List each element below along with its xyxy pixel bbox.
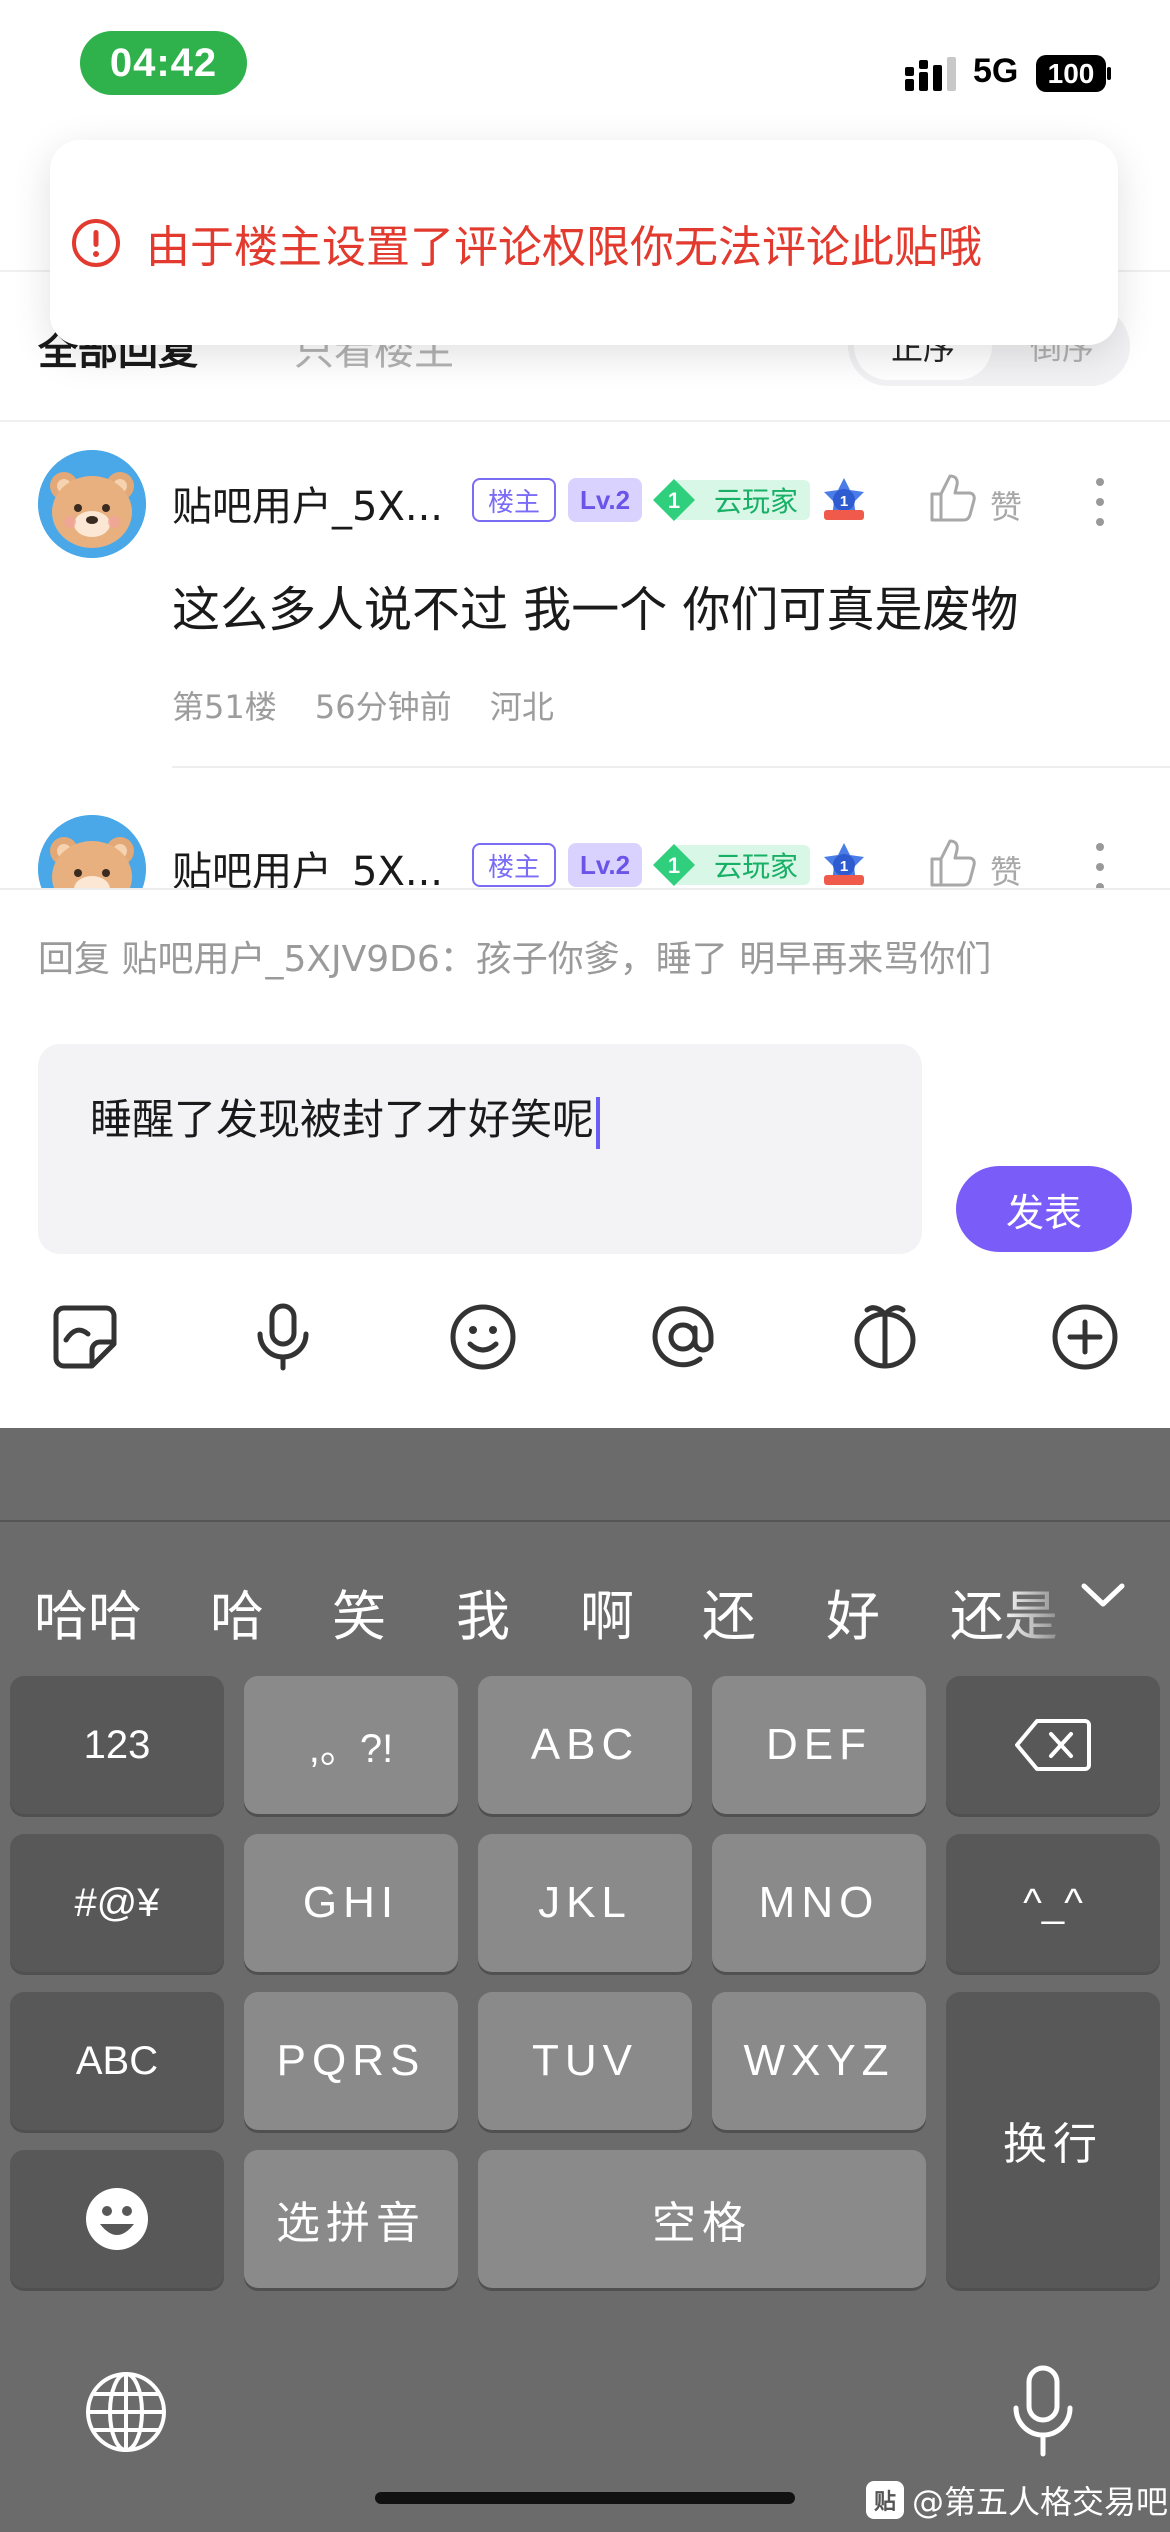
more-icon[interactable] [1094,841,1106,890]
battery-indicator: 100 [1036,55,1111,92]
divider [0,420,1170,422]
home-indicator[interactable] [375,2492,795,2504]
battery-level: 100 [1036,55,1106,92]
thumbs-up-icon[interactable] [928,837,978,889]
key-jkl[interactable]: JKL [478,1834,692,1972]
candidate-word[interactable]: 好 [826,1572,880,1650]
return-key[interactable]: 换行 [946,1992,1160,2288]
reply-panel: 回复 贴吧用户_5XJV9D6：孩子你爹，睡了 明早再来骂你们 睡醒了发现被封了… [0,890,1170,1428]
candidate-word[interactable]: 哈 [210,1572,264,1650]
medal-icon: 1 [824,478,864,520]
battery-tip [1107,67,1111,80]
candidate-word[interactable]: 我 [456,1572,510,1650]
candidate-word[interactable]: 还 [702,1572,756,1650]
delete-key[interactable] [946,1676,1160,1814]
signal-icon [905,57,956,91]
post-location: 河北 [489,688,554,726]
watermark-text: @第五人格交易吧 [912,2483,1169,2521]
key-abc-switch[interactable]: ABC [10,1992,224,2130]
gift-icon[interactable] [850,1302,920,1372]
gem-icon: 1 [653,479,695,521]
key-mno[interactable]: MNO [712,1834,926,1972]
send-button[interactable]: 发表 [956,1166,1132,1252]
reply-input-value[interactable]: 睡醒了发现被封了才好笑呢 [90,1086,601,1149]
post-time: 56分钟前 [314,688,452,726]
like-label[interactable]: 赞 [990,482,1022,528]
thumbs-up-icon[interactable] [928,472,978,524]
level-badge: Lv.2 [568,843,642,887]
key-select-pinyin[interactable]: 选拼音 [244,2150,458,2288]
emoji-key[interactable] [10,2150,224,2288]
toast-message: 由于楼主设置了评论权限你无法评论此贴哦 [146,221,982,273]
voice-icon[interactable] [248,1302,318,1372]
post-item: 贴吧用户_5X... 楼主 Lv.2 云玩家 1 1 赞 [0,815,1170,890]
sticker-icon[interactable] [50,1302,120,1372]
gem-number: 1 [668,853,680,878]
text-caret [596,1096,601,1149]
watermark-logo: 贴 [866,2481,904,2519]
medal-icon: 1 [824,843,864,885]
key-wxyz[interactable]: WXYZ [712,1992,926,2130]
username[interactable]: 贴吧用户_5X... [172,474,443,532]
medal-number: 1 [840,493,848,510]
post-content: 这么多人说不过 我一个 你们可真是废物 [172,582,1019,638]
key-ghi[interactable]: GHI [244,1834,458,1972]
cloud-player-badge: 云玩家 1 [652,478,812,522]
backspace-icon [1015,1719,1091,1771]
divider [172,766,1170,768]
candidate-word[interactable]: 笑 [332,1572,386,1650]
username[interactable]: 贴吧用户_5X... [172,839,443,890]
more-icon[interactable] [1094,476,1106,528]
key-symbols[interactable]: #@¥ [10,1834,224,1972]
permission-toast: 由于楼主设置了评论权限你无法评论此贴哦 [50,140,1118,345]
watermark: 贴 @第五人格交易吧 [866,2480,1169,2521]
key-pqrs[interactable]: PQRS [244,1992,458,2130]
space-key[interactable]: 空格 [478,2150,926,2288]
host-badge: 楼主 [472,478,556,522]
alert-icon [72,218,120,267]
avatar[interactable] [38,815,146,890]
floor-number: 第51楼 [172,688,277,726]
key-tuv[interactable]: TUV [478,1992,692,2130]
like-label[interactable]: 赞 [990,847,1022,890]
emoji-icon[interactable] [448,1302,518,1372]
host-badge: 楼主 [472,843,556,887]
emoji-icon [86,2188,148,2250]
reply-target-hint: 回复 贴吧用户_5XJV9D6：孩子你爹，睡了 明早再来骂你们 [38,939,992,980]
reply-toolbar [0,1302,1170,1428]
level-badge: Lv.2 [568,478,642,522]
reply-input-text: 睡醒了发现被封了才好笑呢 [90,1095,595,1144]
medal-number: 1 [840,858,848,875]
gem-icon: 1 [653,844,695,886]
key-123[interactable]: 123 [10,1676,224,1814]
chevron-down-icon[interactable] [1078,1578,1128,1612]
gem-number: 1 [668,488,680,513]
bear-avatar-icon [38,450,146,558]
candidate-bar: 哈哈 哈 笑 我 啊 还 好 还是 [0,1550,1170,1650]
microphone-icon[interactable] [1008,2364,1078,2460]
key-def[interactable]: DEF [712,1676,926,1814]
bear-avatar-icon [38,815,146,890]
keyboard: 哈哈 哈 笑 我 啊 还 好 还是 123 ,。?! ABC DEF #@¥ G… [0,1428,1170,2532]
key-kaomoji[interactable]: ^_^ [946,1834,1160,1972]
avatar[interactable] [38,450,146,558]
reply-input[interactable]: 睡醒了发现被封了才好笑呢 [38,1044,922,1254]
divider [0,1520,1170,1522]
candidate-word[interactable]: 哈哈 [34,1572,142,1650]
mention-icon[interactable] [648,1302,718,1372]
plus-icon[interactable] [1050,1302,1120,1372]
post-item: 贴吧用户_5X... 楼主 Lv.2 云玩家 1 1 赞 这么多人说不过 我一个… [0,450,1170,810]
candidate-word[interactable]: 啊 [580,1572,634,1650]
globe-icon[interactable] [84,2370,168,2454]
key-punctuation[interactable]: ,。?! [244,1676,458,1814]
key-abc[interactable]: ABC [478,1676,692,1814]
post-meta: 第51楼 56分钟前 河北 [172,682,582,728]
status-time: 04:42 [80,31,247,95]
network-label: 5G [973,52,1019,90]
cloud-player-badge: 云玩家 1 [652,843,812,887]
